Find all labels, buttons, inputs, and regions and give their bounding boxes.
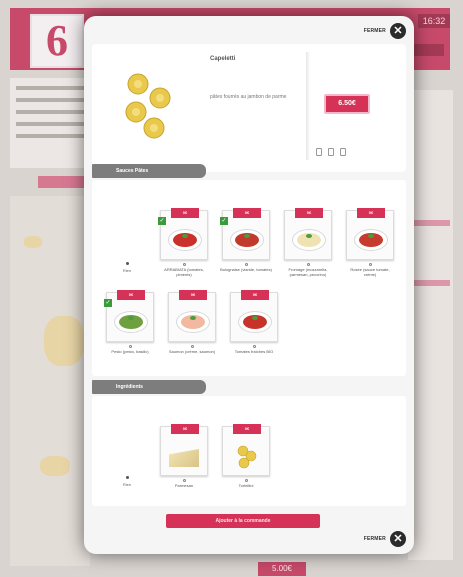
sauce-label: Saumon (crème, saumon) xyxy=(168,349,216,354)
sauce-label: Fromage (mozzarella, parmesan, pecorino) xyxy=(288,267,328,277)
sauce-option[interactable]: 0€ Tomates fraîches BIO xyxy=(228,290,280,354)
close-icon[interactable]: ✕ xyxy=(390,23,406,39)
close-row-bottom[interactable]: FERMER ✕ xyxy=(364,530,406,548)
price-tag: 0€ xyxy=(179,290,207,300)
sauce-thumbnail[interactable]: 0€ xyxy=(346,208,394,260)
plate-icon xyxy=(292,229,326,251)
sauce-label: Pesto (pesto, basilic) xyxy=(111,349,149,354)
price-tag: 0€ xyxy=(241,290,269,300)
allergen-icon xyxy=(340,148,346,156)
sauce-option[interactable]: 0€ ✓ Pesto (pesto, basilic) xyxy=(104,290,156,354)
close-label[interactable]: FERMER xyxy=(364,28,386,34)
close-row-top[interactable]: FERMER ✕ xyxy=(364,22,406,40)
ingredient-label: Parmesan xyxy=(174,483,194,488)
price-tag: 0€ xyxy=(357,208,385,218)
allergen-icon xyxy=(316,148,322,156)
none-radio[interactable] xyxy=(125,476,129,479)
options-modal: FERMER ✕ Capeletti pâtes fourrés au jamb… xyxy=(84,16,414,554)
sauce-label: Tomates fraîches BIO xyxy=(234,349,274,354)
sauce-label: Bolognaise (viande, tomates) xyxy=(220,267,272,272)
allergen-icons xyxy=(316,148,346,156)
price-tag: 0€ xyxy=(171,424,199,434)
ingredient-thumbnail[interactable]: 0€ xyxy=(222,424,270,476)
logo: 6 xyxy=(30,14,84,68)
ingredient-option[interactable]: 0€ Tortellini xyxy=(220,424,272,488)
plate-icon xyxy=(176,311,210,333)
radio-button[interactable] xyxy=(128,345,132,348)
check-icon: ✓ xyxy=(220,217,228,225)
plate-icon xyxy=(238,311,272,333)
background-product-list xyxy=(10,196,90,566)
allergen-icon xyxy=(328,148,334,156)
clock: 16:32 xyxy=(418,14,450,28)
sauce-option[interactable]: 0€ ✓ ARRABIATA (tomates, piments) xyxy=(158,208,210,277)
close-icon[interactable]: ✕ xyxy=(390,531,406,547)
radio-button[interactable] xyxy=(306,263,310,266)
product-description: pâtes fourrés au jambon de parme xyxy=(210,94,287,100)
product-name: Capeletti xyxy=(210,56,236,62)
none-label: Rien xyxy=(122,482,132,487)
sauce-option[interactable]: 0€ Saumon (crème, saumon) xyxy=(166,290,218,354)
section-title-ingredients: Ingrédients xyxy=(92,380,206,394)
sauce-thumbnail[interactable]: 0€ xyxy=(168,290,216,342)
sauce-option[interactable]: 0€ ✓ Bolognaise (viande, tomates) xyxy=(220,208,272,272)
sauce-option[interactable]: 0€ Fromage (mozzarella, parmesan, pecori… xyxy=(282,208,334,277)
plate-icon xyxy=(114,311,148,333)
background-side-column xyxy=(408,90,453,560)
radio-button[interactable] xyxy=(190,345,194,348)
none-radio[interactable] xyxy=(125,262,129,265)
sauce-thumbnail[interactable]: 0€ ✓ xyxy=(104,290,154,342)
tortellini-image xyxy=(125,73,171,139)
ingredient-thumbnail[interactable]: 0€ xyxy=(160,424,208,476)
product-card: Capeletti pâtes fourrés au jambon de par… xyxy=(92,44,406,172)
tortellini-icon xyxy=(237,445,257,469)
price-tag: 0€ xyxy=(233,208,261,218)
radio-button[interactable] xyxy=(244,263,248,266)
radio-button[interactable] xyxy=(368,263,372,266)
section-title-sauces: Sauces Pâtes xyxy=(92,164,206,178)
sauces-panel: Rien 0€ ✓ ARRABIATA (tomates, piments) 0… xyxy=(92,180,406,376)
sauce-thumbnail[interactable]: 0€ xyxy=(230,290,278,342)
ingredients-panel: Rien 0€ Parmesan 0€ Tortellini xyxy=(92,396,406,506)
background-info-panel xyxy=(10,78,90,168)
sauce-label: ARRABIATA (tomates, piments) xyxy=(164,267,204,277)
plate-icon xyxy=(168,229,202,251)
radio-button[interactable] xyxy=(252,345,256,348)
close-label[interactable]: FERMER xyxy=(364,536,386,542)
product-price: 6.50€ xyxy=(324,94,370,114)
none-label: Rien xyxy=(122,268,132,273)
price-tag: 0€ xyxy=(171,208,199,218)
sauce-option[interactable]: 0€ Rosée (sauce tomate, crème) xyxy=(344,208,396,277)
sauce-thumbnail[interactable]: 0€ xyxy=(284,208,332,260)
price-tag: 0€ xyxy=(117,290,145,300)
price-tag: 0€ xyxy=(295,208,323,218)
radio-button[interactable] xyxy=(244,479,248,482)
price-tag: 0€ xyxy=(233,424,261,434)
background-category-tab xyxy=(38,176,90,188)
radio-button[interactable] xyxy=(182,263,186,266)
sauce-thumbnail[interactable]: 0€ ✓ xyxy=(220,208,270,260)
ingredient-none-option[interactable]: Rien xyxy=(112,476,142,487)
check-icon: ✓ xyxy=(158,217,166,225)
parmesan-icon xyxy=(169,449,199,467)
product-divider xyxy=(306,52,310,160)
plate-icon xyxy=(354,229,388,251)
sauce-none-option[interactable]: Rien xyxy=(112,262,142,273)
background-price-button: 5.00€ xyxy=(258,562,306,576)
sauce-label: Rosée (sauce tomate, crème) xyxy=(350,267,390,277)
radio-button[interactable] xyxy=(182,479,186,482)
plate-icon xyxy=(230,229,264,251)
check-icon: ✓ xyxy=(104,299,112,307)
sauce-thumbnail[interactable]: 0€ ✓ xyxy=(158,208,208,260)
add-to-order-button[interactable]: Ajouter à la commande xyxy=(166,514,320,528)
ingredient-label: Tortellini xyxy=(238,483,254,488)
ingredient-option[interactable]: 0€ Parmesan xyxy=(158,424,210,488)
